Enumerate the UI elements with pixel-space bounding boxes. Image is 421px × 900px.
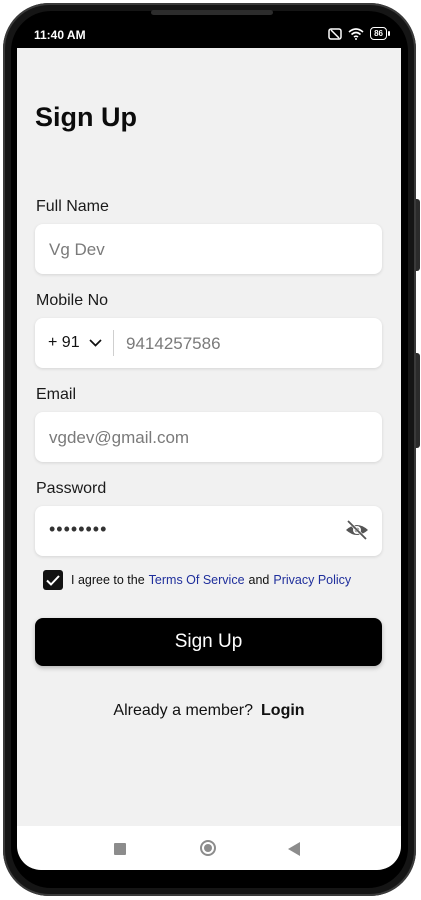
- privacy-policy-link[interactable]: Privacy Policy: [273, 573, 351, 587]
- status-time: 11:40 AM: [34, 28, 86, 42]
- side-power-button: [416, 353, 420, 448]
- status-icons: 86: [328, 27, 390, 40]
- password-field[interactable]: ••••••••: [35, 506, 382, 556]
- country-code-selector[interactable]: + 91: [48, 334, 102, 352]
- full-name-value: Vg Dev: [49, 240, 105, 259]
- terms-of-service-link[interactable]: Terms Of Service: [149, 573, 245, 587]
- agree-and-text: and: [248, 573, 270, 587]
- square-icon[interactable]: [114, 843, 126, 855]
- field-divider: [113, 330, 114, 356]
- member-text: Already a member?: [113, 702, 254, 719]
- chevron-down-icon: [88, 339, 102, 347]
- navigation-bar: [17, 826, 401, 870]
- country-code-value: + 91: [48, 334, 80, 351]
- password-value: ••••••••: [49, 519, 108, 539]
- status-bar: 11:40 AM 86: [17, 22, 401, 48]
- mobile-number-value: 9414257586: [126, 334, 221, 353]
- password-label: Password: [36, 480, 107, 497]
- email-field[interactable]: vgdev@gmail.com: [35, 412, 382, 462]
- sign-up-button[interactable]: Sign Up: [35, 618, 382, 666]
- login-link[interactable]: Login: [261, 702, 305, 719]
- eye-off-icon[interactable]: [344, 518, 370, 542]
- terms-checkbox[interactable]: [43, 570, 63, 590]
- full-name-label: Full Name: [36, 198, 109, 215]
- triangle-back-icon[interactable]: [288, 842, 300, 856]
- agree-text: I agree to the: [71, 573, 145, 587]
- check-icon: [46, 574, 60, 586]
- wifi-icon: [348, 27, 364, 40]
- login-prompt: Already a member? Login: [17, 702, 401, 720]
- mobile-field[interactable]: + 91 9414257586: [35, 318, 382, 368]
- battery-icon: 86: [370, 27, 390, 40]
- terms-agreement: I agree to the Terms Of Service and Priv…: [43, 570, 355, 590]
- full-name-field[interactable]: Vg Dev: [35, 224, 382, 274]
- sim-off-icon: [328, 27, 342, 40]
- screen: 11:40 AM 86 Sign Up Full Name Vg Dev Mob…: [17, 22, 401, 870]
- speaker-grille: [151, 10, 273, 15]
- email-label: Email: [36, 386, 77, 403]
- side-volume-button: [416, 199, 420, 271]
- page-title: Sign Up: [35, 102, 137, 132]
- mobile-label: Mobile No: [36, 292, 109, 309]
- circle-icon[interactable]: [200, 840, 216, 856]
- signup-screen: Sign Up Full Name Vg Dev Mobile No + 91 …: [17, 48, 401, 826]
- email-value: vgdev@gmail.com: [49, 428, 190, 447]
